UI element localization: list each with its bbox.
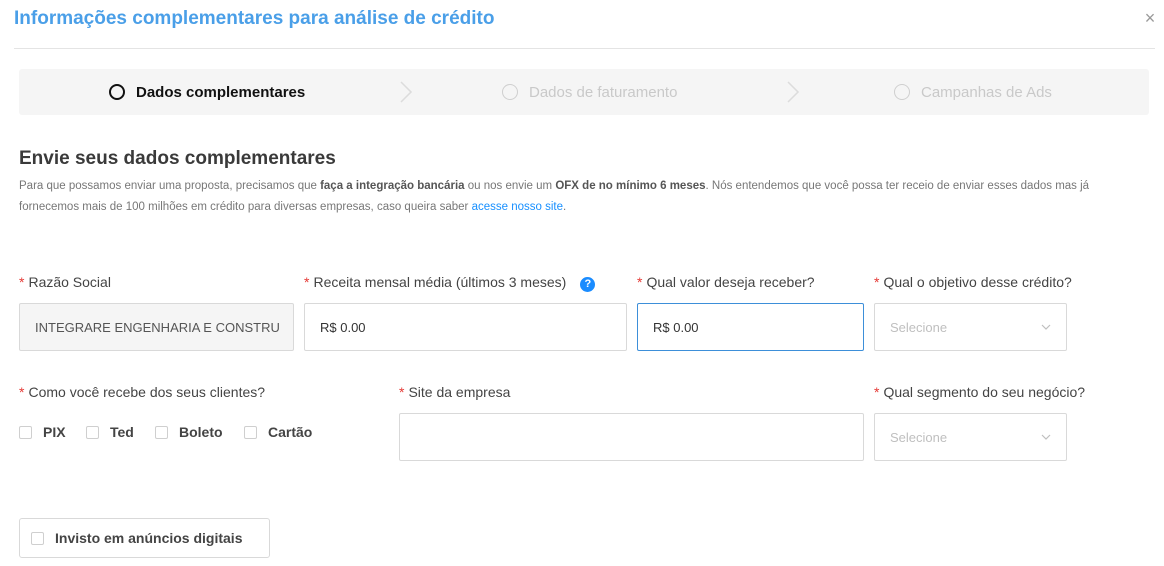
section-title: Envie seus dados complementares — [19, 148, 336, 169]
modal-title: Informações complementares para análise … — [14, 8, 495, 29]
razao-social-label: * Razão Social — [19, 274, 111, 290]
invest-checkbox[interactable]: Invisto em anúncios digitais — [19, 518, 270, 558]
help-icon[interactable]: ? — [580, 277, 596, 292]
objetivo-label: * Qual o objetivo desse crédito? — [874, 274, 1072, 290]
step-dados-complementares[interactable]: Dados complementares — [109, 69, 305, 115]
section-description: Para que possamos enviar uma proposta, p… — [19, 180, 1090, 213]
site-input[interactable] — [399, 413, 864, 461]
checkbox-icon — [19, 425, 32, 439]
step-circle-icon — [894, 84, 910, 100]
valor-label: * Qual valor deseja receber? — [637, 274, 815, 290]
chevron-right-icon — [787, 81, 800, 103]
segmento-select[interactable]: Selecione — [874, 413, 1067, 461]
step-campanhas-ads[interactable]: Campanhas de Ads — [894, 69, 1052, 115]
site-label: * Site da empresa — [399, 384, 511, 400]
checkbox-icon — [155, 425, 168, 439]
recebe-label: * Como você recebe dos seus clientes? — [19, 384, 266, 400]
step-dados-faturamento[interactable]: Dados de faturamento — [502, 69, 677, 115]
close-icon[interactable]: × — [1141, 8, 1159, 28]
chevron-down-icon — [1041, 434, 1051, 440]
chevron-right-icon — [400, 81, 413, 103]
checkbox-icon — [244, 425, 257, 439]
razao-social-input[interactable]: INTEGRARE ENGENHARIA E CONSTRU — [19, 303, 294, 351]
checkbox-ted[interactable]: Ted — [86, 424, 134, 440]
step-circle-icon — [502, 84, 518, 100]
step-label: Dados de faturamento — [529, 83, 678, 101]
checkbox-boleto[interactable]: Boleto — [155, 424, 223, 440]
checkbox-cartao[interactable]: Cartão — [244, 424, 312, 440]
checkbox-pix[interactable]: PIX — [19, 424, 66, 440]
step-label: Dados complementares — [136, 83, 306, 101]
objetivo-select[interactable]: Selecione — [874, 303, 1067, 351]
checkbox-icon — [31, 531, 44, 545]
invest-label: Invisto em anúncios digitais — [55, 530, 243, 546]
header-divider — [14, 48, 1155, 49]
receita-label: * Receita mensal média (últimos 3 meses)? — [304, 274, 596, 292]
chevron-down-icon — [1041, 324, 1051, 330]
stepper: Dados complementares Dados de faturament… — [19, 69, 1149, 115]
segmento-label: * Qual segmento do seu negócio? — [874, 384, 1086, 400]
site-link[interactable]: acesse nosso site — [472, 201, 563, 213]
step-label: Campanhas de Ads — [921, 83, 1052, 101]
checkbox-icon — [86, 425, 99, 439]
valor-input[interactable]: R$ 0.00 — [637, 303, 864, 351]
step-circle-icon — [109, 84, 125, 100]
receita-input[interactable]: R$ 0.00 — [304, 303, 627, 351]
